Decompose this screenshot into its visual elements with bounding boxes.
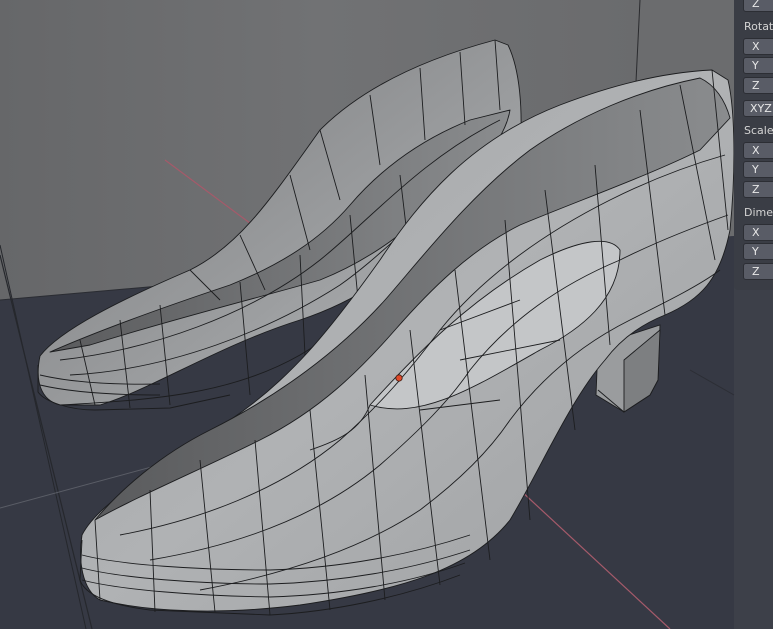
3d-viewport[interactable] (0, 0, 773, 629)
scale-x-field[interactable]: X (743, 142, 773, 159)
dimensions-label: Dimer (744, 206, 773, 219)
dimensions-y-field[interactable]: Y (743, 243, 773, 260)
location-z-field[interactable]: Z (743, 0, 773, 12)
rotation-label: Rotati (744, 20, 773, 33)
properties-n-panel: Z Rotati X Y Z XYZ Scale: X Y Z Dimer X … (734, 0, 773, 290)
scale-y-field[interactable]: Y (743, 161, 773, 178)
dimensions-z-field[interactable]: Z (743, 263, 773, 280)
scale-z-field[interactable]: Z (743, 181, 773, 198)
object-origin-dot[interactable] (395, 374, 403, 382)
rotation-mode-dropdown[interactable]: XYZ (743, 100, 773, 117)
scene (0, 0, 773, 629)
scale-label: Scale: (744, 124, 773, 137)
rotation-y-field[interactable]: Y (743, 57, 773, 74)
rotation-z-field[interactable]: Z (743, 77, 773, 94)
dimensions-x-field[interactable]: X (743, 224, 773, 241)
rotation-x-field[interactable]: X (743, 38, 773, 55)
